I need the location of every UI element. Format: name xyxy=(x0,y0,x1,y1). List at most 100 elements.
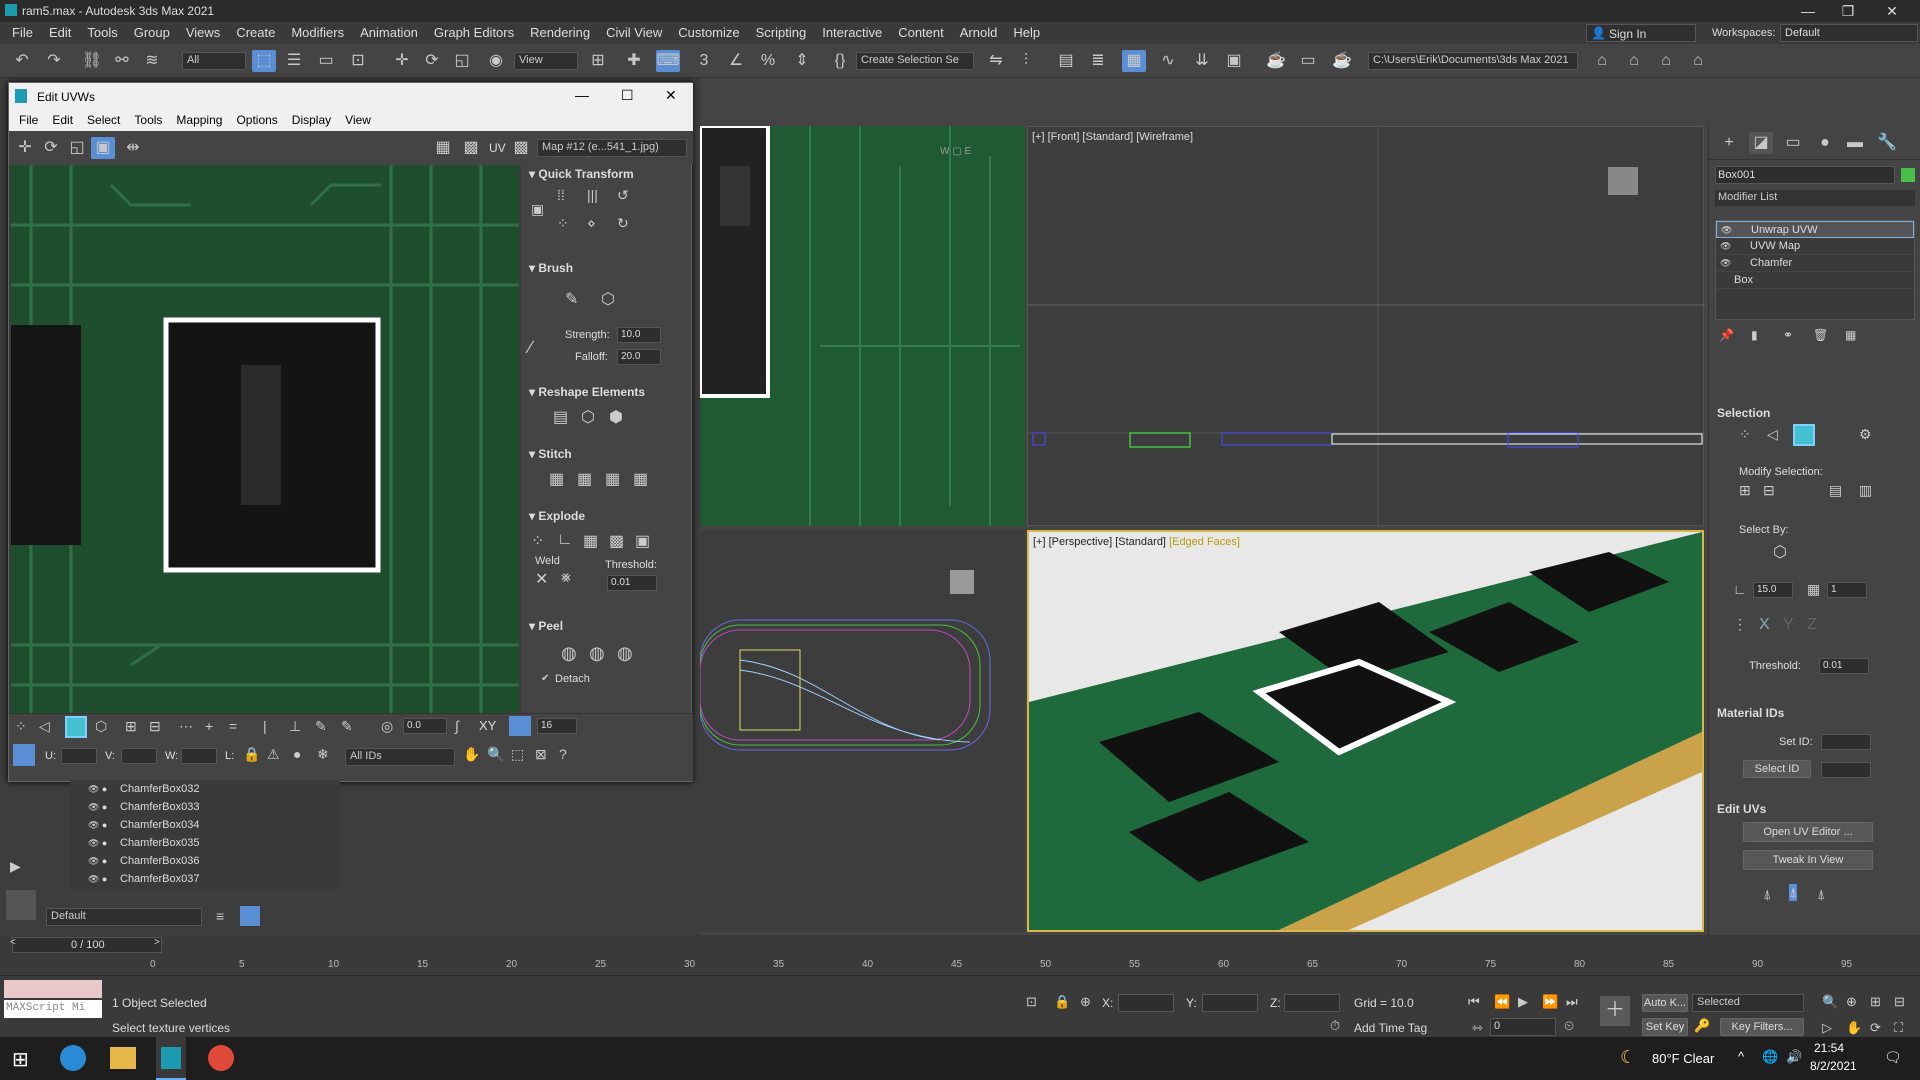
render-icon[interactable]: ☕ xyxy=(1330,50,1354,72)
stitch-target-icon[interactable]: ▦ xyxy=(633,469,648,489)
volume-icon[interactable]: 🔊 xyxy=(1786,1049,1802,1065)
undo-icon[interactable]: ↶ xyxy=(10,50,34,72)
rotate-ccw-icon[interactable]: ↺ xyxy=(617,187,629,204)
tweak-in-view-button[interactable]: Tweak In View xyxy=(1743,850,1873,870)
align-vertical-icon[interactable]: ||| xyxy=(587,187,598,203)
maximize-icon[interactable]: ☐ xyxy=(621,87,634,104)
layer-explorer-icon[interactable]: ≣ xyxy=(1086,50,1110,72)
menu-item[interactable]: Customize xyxy=(672,25,749,40)
peel-title[interactable]: ▾ Peel xyxy=(529,619,699,633)
quick-map-icon[interactable]: ⍋ xyxy=(1817,886,1825,903)
current-frame-field[interactable]: 0 xyxy=(1490,1018,1556,1036)
visibility-icon[interactable]: 👁 ● xyxy=(88,816,107,834)
align-x-icon[interactable]: ⁘ xyxy=(557,215,569,232)
lock-icon[interactable]: 🔒 xyxy=(243,746,260,763)
material-id-dropdown[interactable]: All IDs xyxy=(345,748,455,766)
move-icon[interactable]: ✛ xyxy=(390,50,414,72)
explode-seams-icon[interactable]: ▩ xyxy=(609,531,624,551)
ring-icon[interactable]: ▥ xyxy=(1859,482,1872,499)
quick-planar-icon[interactable]: ⍋ xyxy=(1763,886,1771,903)
reference-coord-dropdown[interactable]: View xyxy=(514,52,578,70)
y-axis-icon[interactable]: Y xyxy=(1783,616,1794,634)
spinner-snap-icon[interactable]: ⇕ xyxy=(790,50,814,72)
menu-item[interactable]: Civil View xyxy=(600,25,672,40)
weather-text[interactable]: 80°F Clear xyxy=(1652,1051,1714,1066)
timeline-ruler[interactable]: 0510152025303540455055606570758085909510… xyxy=(60,957,1860,975)
minimize-icon[interactable]: — xyxy=(575,87,589,103)
configure-sets-icon[interactable]: ▦ xyxy=(1845,328,1856,342)
explode-title[interactable]: ▾ Explode xyxy=(529,509,699,523)
menu-item[interactable]: Create xyxy=(230,25,285,40)
y-coord-field[interactable] xyxy=(1202,994,1258,1012)
freeform-icon[interactable]: ▣ xyxy=(91,137,115,159)
material-editor-icon[interactable]: ▣ xyxy=(1222,50,1246,72)
stitch-custom-icon[interactable]: ▦ xyxy=(549,469,564,489)
menu-item[interactable]: Help xyxy=(1007,25,1050,40)
edge-icon[interactable] xyxy=(60,1045,86,1071)
edit-uvs-rollout-title[interactable]: Edit UVs xyxy=(1717,802,1913,816)
isolate-icon[interactable]: ⊡ xyxy=(1026,994,1037,1010)
chrome-icon[interactable] xyxy=(208,1045,234,1071)
menu-item[interactable]: Tools xyxy=(81,25,127,40)
utilities-tab-icon[interactable]: 🔧 xyxy=(1875,132,1899,154)
brush-title[interactable]: ▾ Brush xyxy=(529,261,699,275)
render-setup-icon[interactable]: ☕ xyxy=(1264,50,1288,72)
minimize-icon[interactable]: — xyxy=(1786,0,1830,22)
weld-selected-icon[interactable]: ✕ xyxy=(535,569,548,589)
modifier-list-dropdown[interactable]: Modifier List xyxy=(1715,190,1915,206)
zoom-icon[interactable]: 🔍 xyxy=(487,746,504,763)
element-select-icon[interactable]: ⬡ xyxy=(95,718,107,735)
move-icon[interactable]: ✛ xyxy=(13,137,37,159)
curve-editor-icon[interactable]: ∿ xyxy=(1156,50,1180,72)
layer-explorer-icon[interactable] xyxy=(240,906,260,926)
edge-mode-icon[interactable]: ◁ xyxy=(1767,426,1778,443)
network-icon[interactable]: 🌐 xyxy=(1762,1049,1778,1065)
maximize-icon[interactable]: ❐ xyxy=(1826,0,1870,22)
selection-rollout-title[interactable]: Selection xyxy=(1717,406,1913,420)
eye-icon[interactable]: 👁 xyxy=(1720,238,1731,255)
uvw-menu-item[interactable]: Display xyxy=(286,113,339,127)
vertex-mode-icon[interactable]: ⁘ xyxy=(1739,426,1751,443)
viewcube[interactable] xyxy=(1608,167,1638,195)
layer-icon[interactable]: ≡ xyxy=(216,908,224,924)
next-frame-icon[interactable]: > xyxy=(154,937,160,948)
zoom-all-icon[interactable]: ⊕ xyxy=(1846,994,1857,1010)
menu-item[interactable]: Animation xyxy=(354,25,428,40)
brush-falloff-icon[interactable]: ∕ xyxy=(529,337,532,358)
quick-peel-icon[interactable]: ⍋ xyxy=(1789,884,1798,901)
zoom-extents-icon[interactable]: ⊠ xyxy=(535,746,547,763)
uvw-menu-item[interactable]: View xyxy=(339,113,379,127)
key-icon[interactable]: 🔑 xyxy=(1694,1018,1710,1034)
edit-named-sets-icon[interactable]: {} xyxy=(828,50,852,72)
set-pivot-icon[interactable]: ▣ xyxy=(531,201,544,218)
weather-icon[interactable]: ☾ xyxy=(1620,1047,1636,1068)
scene-object-row[interactable]: 👁 ● ChamferBox034 xyxy=(70,816,340,834)
place-icon[interactable]: ◉ xyxy=(484,50,508,72)
display-options-icon[interactable]: ▩ xyxy=(459,137,483,159)
notifications-icon[interactable]: 🗨 xyxy=(1884,1049,1902,1066)
next-key-icon[interactable]: ⏩ xyxy=(1542,994,1558,1010)
pixel-snap-icon[interactable] xyxy=(509,716,531,736)
planar-angle-icon[interactable]: ∟ xyxy=(1733,581,1747,597)
relax-brush-icon[interactable]: ⬡ xyxy=(601,289,615,309)
xy-toggle[interactable]: XY xyxy=(479,718,496,733)
zoom-region-icon[interactable]: ⬚ xyxy=(511,746,524,763)
modifier-stack-item[interactable]: Box xyxy=(1716,272,1914,289)
menu-item[interactable]: File xyxy=(6,25,43,40)
maximize-viewport-icon[interactable]: ⛶ xyxy=(1894,1020,1903,1036)
quick-transform-title[interactable]: ▾ Quick Transform xyxy=(529,167,699,181)
select-object-icon[interactable]: ⬚ xyxy=(252,50,276,72)
key-mode-icon[interactable]: ⇿ xyxy=(1472,1020,1483,1036)
shrink-icon[interactable]: ⊟ xyxy=(149,718,161,735)
keyboard-shortcut-icon[interactable]: ⌨ xyxy=(656,50,680,72)
scale-icon[interactable]: ◱ xyxy=(450,50,474,72)
maxscript-input[interactable]: MAXScript Mi xyxy=(4,1000,102,1018)
select-id-button[interactable]: Select ID xyxy=(1743,760,1811,778)
viewport-layout-icon[interactable] xyxy=(6,890,36,920)
rotate-icon[interactable]: ⟳ xyxy=(39,137,63,159)
time-tag-icon[interactable]: ⏱ xyxy=(1330,1018,1340,1034)
sign-in-dropdown[interactable]: 👤 Sign In xyxy=(1586,24,1696,42)
perspective-viewport[interactable]: [+] [Perspective] [Standard] [Edged Face… xyxy=(1027,530,1704,932)
fov-icon[interactable]: ▷ xyxy=(1822,1020,1832,1036)
loop-grow-icon[interactable]: + xyxy=(205,718,213,734)
